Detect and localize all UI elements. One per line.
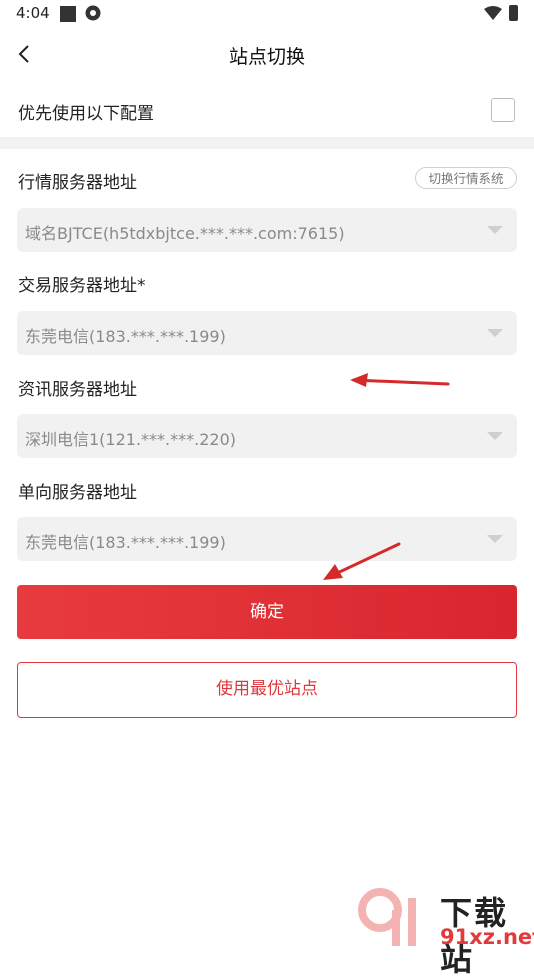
section-divider <box>0 137 534 149</box>
trade-server-label: 交易服务器地址* <box>18 276 146 296</box>
use-best-site-button[interactable]: 使用最优站点 <box>17 662 517 718</box>
watermark-logo-icon <box>358 888 416 946</box>
dropdown-caret-icon <box>487 535 503 543</box>
info-server-select[interactable]: 深圳电信1(121.***.***.220) <box>17 414 517 458</box>
page-title: 站点切换 <box>228 46 305 68</box>
prefer-config-label: 优先使用以下配置 <box>18 104 154 124</box>
wifi-icon <box>484 6 502 20</box>
confirm-button[interactable]: 确定 <box>17 585 517 639</box>
dropdown-caret-icon <box>487 329 503 337</box>
switch-quote-system-button[interactable]: 切换行情系统 <box>415 167 517 189</box>
dropdown-caret-icon <box>487 432 503 440</box>
info-server-label: 资讯服务器地址 <box>18 380 137 400</box>
annotation-arrow-icon <box>323 542 401 580</box>
battery-icon <box>509 5 518 21</box>
watermark-site: 91xz.net <box>440 925 534 949</box>
info-server-value: 深圳电信1(121.***.***.220) <box>25 430 237 449</box>
quote-server-value: 域名BJTCE(h5tdxbjtce.***.***.com:7615) <box>25 224 345 243</box>
trade-server-select[interactable]: 东莞电信(183.***.***.199) <box>17 311 517 355</box>
dropdown-caret-icon <box>487 226 503 234</box>
annotation-arrow-icon <box>350 373 450 387</box>
quote-server-select[interactable]: 域名BJTCE(h5tdxbjtce.***.***.com:7615) <box>17 208 517 252</box>
oneway-server-select[interactable]: 东莞电信(183.***.***.199) <box>17 517 517 561</box>
quote-server-label: 行情服务器地址 <box>18 173 137 193</box>
notification-square-icon <box>60 6 76 22</box>
oneway-server-value: 东莞电信(183.***.***.199) <box>25 533 226 552</box>
prefer-config-checkbox[interactable] <box>491 98 515 122</box>
oneway-server-label: 单向服务器地址 <box>18 483 137 503</box>
sync-icon <box>85 5 101 21</box>
trade-server-value: 东莞电信(183.***.***.199) <box>25 327 226 346</box>
status-time: 4:04 <box>16 4 50 22</box>
